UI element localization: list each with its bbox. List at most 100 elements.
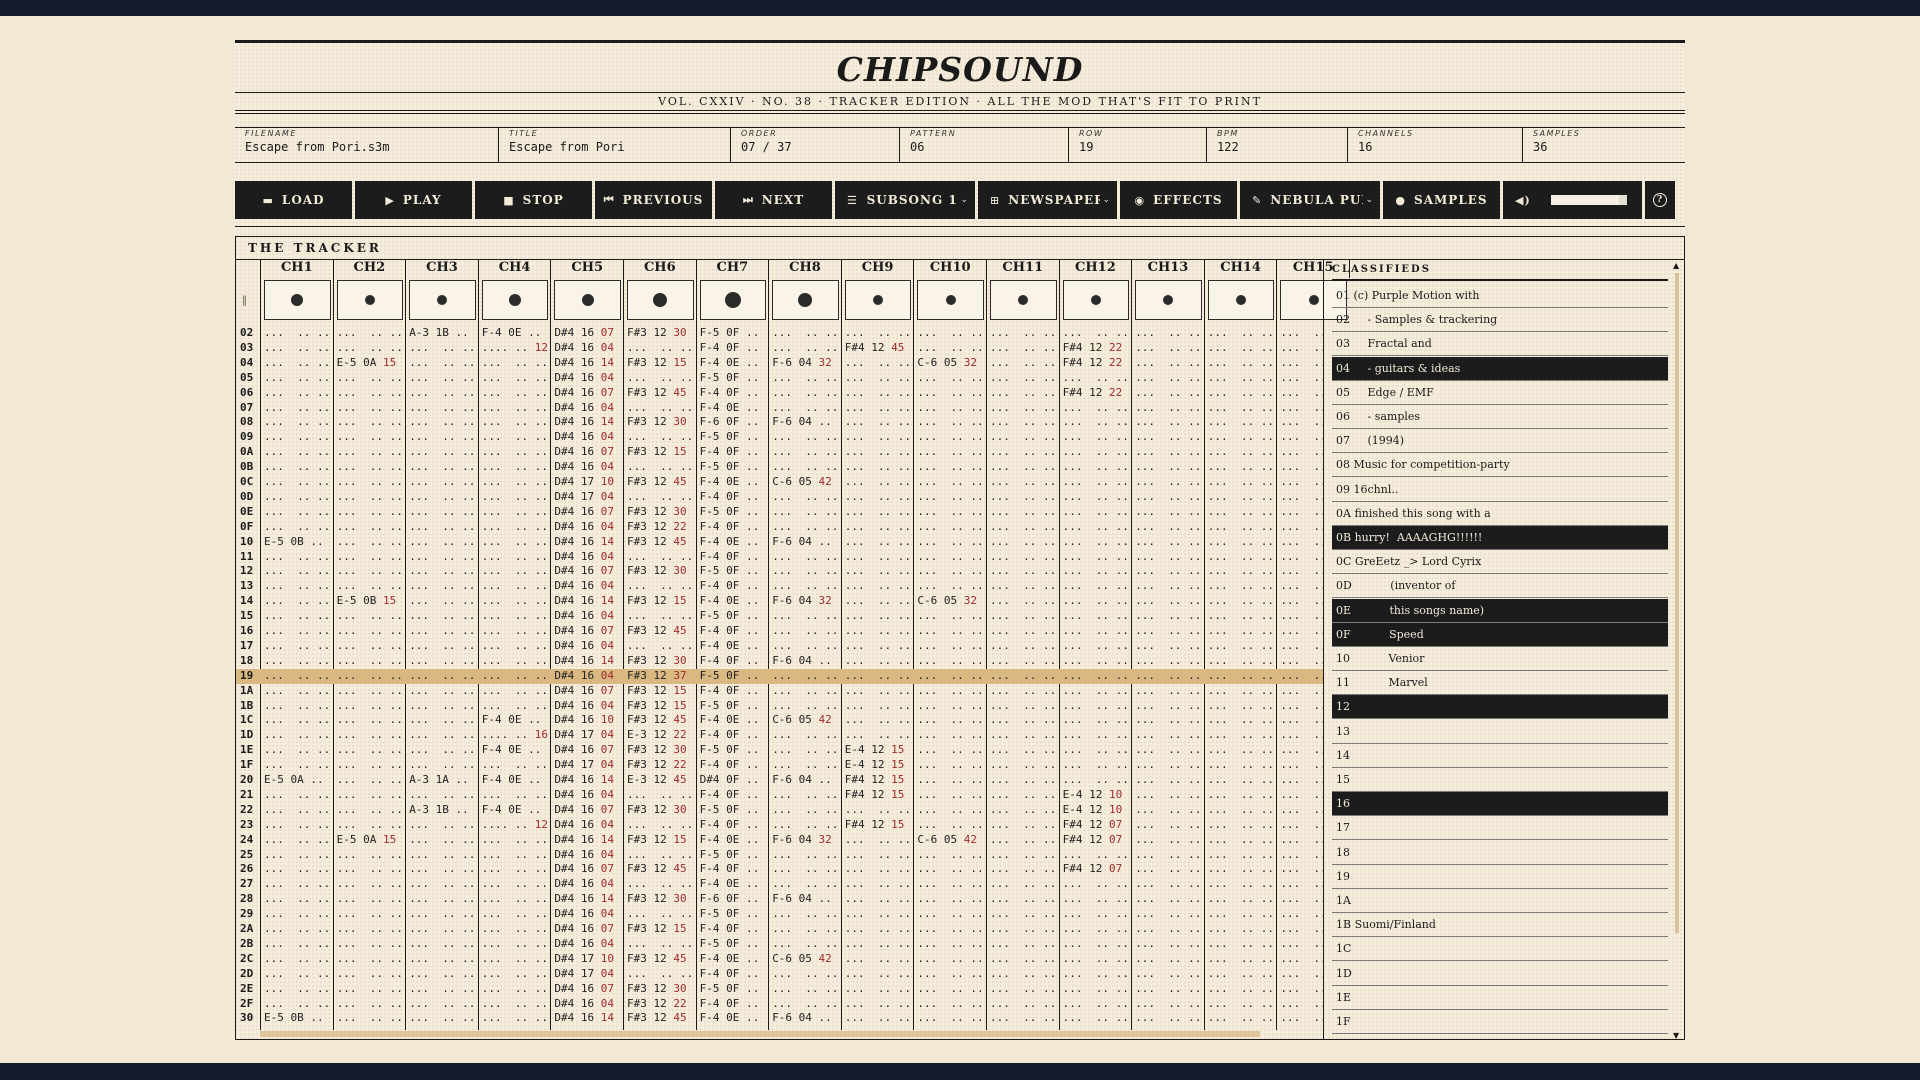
- pattern-cell[interactable]: ... .. ..: [1280, 952, 1323, 967]
- pattern-cell[interactable]: ... .. ..: [990, 967, 1058, 982]
- pattern-cell[interactable]: ... .. ..: [917, 743, 985, 758]
- pattern-cell[interactable]: F#3 12 22: [627, 758, 695, 773]
- pattern-cell[interactable]: ... .. ..: [264, 341, 332, 356]
- pattern-row[interactable]: 05 ... .. .. ... .. .. ... .. .. ... .. .. D#…: [236, 371, 1323, 386]
- pattern-cell[interactable]: ... .. ..: [917, 445, 985, 460]
- pattern-cell[interactable]: ... .. ..: [264, 848, 332, 863]
- pattern-cell[interactable]: F-6 04 ..: [772, 773, 840, 788]
- pattern-cell[interactable]: ... .. ..: [772, 848, 840, 863]
- help-button[interactable]: ?: [1645, 181, 1675, 219]
- pattern-cell[interactable]: ... .. ..: [1135, 609, 1203, 624]
- pattern-row[interactable]: 2B ... .. .. ... .. .. ... .. .. ... .. .. D#…: [236, 937, 1323, 952]
- pattern-cell[interactable]: F#3 12 30: [627, 415, 695, 430]
- pattern-cell[interactable]: F#4 12 15: [845, 818, 913, 833]
- pattern-cell[interactable]: ... .. ..: [482, 564, 550, 579]
- pattern-cell[interactable]: F-4 0F ..: [700, 445, 768, 460]
- pattern-cell[interactable]: ... .. ..: [1280, 386, 1323, 401]
- pattern-row[interactable]: 2A ... .. .. ... .. .. ... .. .. ... .. .. D#…: [236, 922, 1323, 937]
- classified-item[interactable]: 05 Edge / EMF: [1332, 381, 1668, 405]
- pattern-row[interactable]: 2C ... .. .. ... .. .. ... .. .. ... .. .. D#…: [236, 952, 1323, 967]
- pattern-cell[interactable]: ... .. ..: [1280, 937, 1323, 952]
- previous-button[interactable]: ⏮ PREVIOUS: [595, 181, 712, 219]
- pattern-cell[interactable]: ... .. ..: [845, 937, 913, 952]
- pattern-cell[interactable]: D#4 16 14: [554, 535, 622, 550]
- pattern-cell[interactable]: ... .. ..: [1063, 773, 1131, 788]
- channel-header[interactable]: CH10: [914, 260, 987, 278]
- pattern-cell[interactable]: ... .. ..: [409, 699, 477, 714]
- pattern-cell[interactable]: ... .. ..: [1208, 713, 1276, 728]
- pattern-cell[interactable]: ... .. ..: [409, 728, 477, 743]
- pattern-cell[interactable]: ... .. ..: [1063, 579, 1131, 594]
- pattern-cell[interactable]: ... .. ..: [845, 520, 913, 535]
- pattern-cell[interactable]: ... .. ..: [1063, 609, 1131, 624]
- pattern-row[interactable]: 23 ... .. .. ... .. .. ... .. .. .... .. 12 D…: [236, 818, 1323, 833]
- pattern-cell[interactable]: F-6 04 ..: [772, 415, 840, 430]
- pattern-cell[interactable]: ... .. ..: [409, 579, 477, 594]
- pattern-cell[interactable]: ... .. ..: [264, 401, 332, 416]
- pattern-cell[interactable]: ... .. ..: [990, 788, 1058, 803]
- pattern-cell[interactable]: ... .. ..: [337, 401, 405, 416]
- pattern-cell[interactable]: D#4 16 07: [554, 922, 622, 937]
- pattern-cell[interactable]: ... .. ..: [1280, 743, 1323, 758]
- channel-vu-meter[interactable]: [336, 280, 404, 320]
- scroll-thumb[interactable]: [1675, 273, 1679, 933]
- pattern-cell[interactable]: ... .. ..: [1280, 490, 1323, 505]
- pattern-cell[interactable]: ... .. ..: [917, 490, 985, 505]
- pattern-cell[interactable]: ... .. ..: [772, 803, 840, 818]
- pattern-cell[interactable]: ... .. ..: [990, 415, 1058, 430]
- pattern-cell[interactable]: ... .. ..: [1135, 684, 1203, 699]
- pattern-cell[interactable]: ... .. ..: [627, 341, 695, 356]
- classified-item[interactable]: 1B Suomi/Finland: [1332, 913, 1668, 938]
- pattern-cell[interactable]: D#4 16 07: [554, 386, 622, 401]
- pattern-row[interactable]: 14 ... .. .. E-5 0B 15 ... .. .. ... .. .. D#…: [236, 594, 1323, 609]
- channel-header[interactable]: CH7: [697, 260, 770, 278]
- pattern-cell[interactable]: ... .. ..: [1063, 490, 1131, 505]
- pattern-cell[interactable]: ... .. ..: [482, 937, 550, 952]
- pattern-cell[interactable]: ... .. ..: [845, 579, 913, 594]
- pattern-row[interactable]: 27 ... .. .. ... .. .. ... .. .. ... .. .. D#…: [236, 877, 1323, 892]
- pattern-cell[interactable]: ... .. ..: [409, 624, 477, 639]
- pattern-cell[interactable]: F#3 12 45: [627, 862, 695, 877]
- pattern-cell[interactable]: ... .. ..: [1135, 862, 1203, 877]
- pattern-cell[interactable]: ... .. ..: [845, 490, 913, 505]
- pattern-cell[interactable]: ... .. ..: [845, 684, 913, 699]
- pattern-row[interactable]: 1E ... .. .. ... .. .. ... .. .. F-4 0E .. D#…: [236, 743, 1323, 758]
- pattern-cell[interactable]: F-5 0F ..: [700, 564, 768, 579]
- channel-header[interactable]: CH4: [479, 260, 552, 278]
- pattern-row[interactable]: 1C ... .. .. ... .. .. ... .. .. F-4 0E .. D#…: [236, 713, 1323, 728]
- pattern-cell[interactable]: ... .. ..: [1208, 699, 1276, 714]
- pattern-cell[interactable]: ... .. ..: [1208, 952, 1276, 967]
- load-button[interactable]: ▬ LOAD: [235, 181, 352, 219]
- pattern-cell[interactable]: ... .. ..: [1063, 713, 1131, 728]
- pattern-cell[interactable]: ... .. ..: [1208, 609, 1276, 624]
- pattern-cell[interactable]: ... .. ..: [409, 788, 477, 803]
- pattern-cell[interactable]: ... .. ..: [1063, 475, 1131, 490]
- pattern-cell[interactable]: F-6 04 ..: [772, 535, 840, 550]
- pattern-cell[interactable]: ... .. ..: [1135, 326, 1203, 341]
- pattern-cell[interactable]: ... .. ..: [409, 743, 477, 758]
- pattern-cell[interactable]: ... .. ..: [409, 535, 477, 550]
- pattern-cell[interactable]: ... .. ..: [337, 490, 405, 505]
- pattern-cell[interactable]: ... .. ..: [482, 594, 550, 609]
- pattern-cell[interactable]: F-5 0F ..: [700, 699, 768, 714]
- pattern-cell[interactable]: ... .. ..: [1063, 877, 1131, 892]
- channel-vu-meter[interactable]: [844, 280, 912, 320]
- scroll-down-icon[interactable]: ▼: [1673, 1031, 1679, 1040]
- pattern-cell[interactable]: ... .. ..: [772, 877, 840, 892]
- pattern-cell[interactable]: F#4 12 45: [845, 341, 913, 356]
- pattern-cell[interactable]: ... .. ..: [627, 818, 695, 833]
- pattern-cell[interactable]: ... .. ..: [264, 594, 332, 609]
- pattern-row[interactable]: 30 E-5 0B .. ... .. .. ... .. .. ... .. .. D#…: [236, 1011, 1323, 1026]
- pattern-cell[interactable]: ... .. ..: [1135, 579, 1203, 594]
- pattern-cell[interactable]: ... .. ..: [1063, 371, 1131, 386]
- pattern-cell[interactable]: ... .. ..: [337, 564, 405, 579]
- pattern-cell[interactable]: ... .. ..: [1280, 564, 1323, 579]
- pattern-cell[interactable]: E-5 0B ..: [264, 1011, 332, 1026]
- pattern-cell[interactable]: ... .. ..: [627, 609, 695, 624]
- pattern-cell[interactable]: ... .. ..: [409, 862, 477, 877]
- pattern-cell[interactable]: ... .. ..: [1063, 1011, 1131, 1026]
- pattern-cell[interactable]: ... .. ..: [264, 818, 332, 833]
- pattern-cell[interactable]: ... .. ..: [917, 982, 985, 997]
- pattern-cell[interactable]: D#4 16 04: [554, 937, 622, 952]
- pattern-row[interactable]: 11 ... .. .. ... .. .. ... .. .. ... .. .. D#…: [236, 550, 1323, 565]
